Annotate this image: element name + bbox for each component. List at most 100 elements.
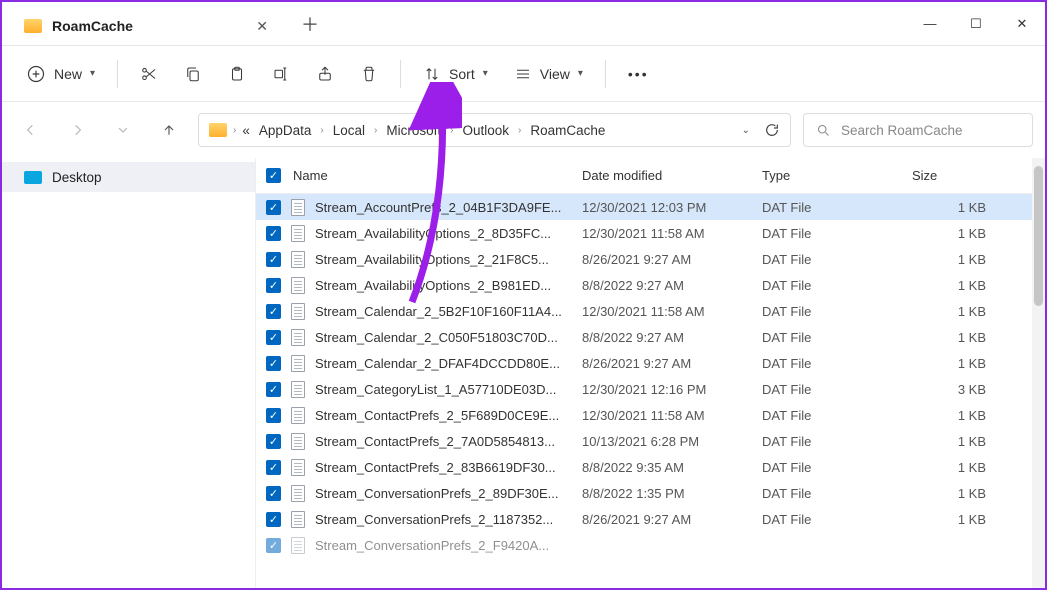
file-row[interactable]: ✓ Stream_Calendar_2_C050F51803C70D... 8/… <box>256 324 1045 350</box>
file-date: 10/13/2021 6:28 PM <box>582 434 762 449</box>
sidebar-item-desktop[interactable]: Desktop <box>2 162 255 192</box>
select-all-checkbox[interactable]: ✓ <box>266 168 281 183</box>
file-row[interactable]: ✓ Stream_CategoryList_1_A57710DE03D... 1… <box>256 376 1045 402</box>
separator <box>400 60 401 88</box>
breadcrumb[interactable]: Outlook <box>459 121 512 140</box>
file-row[interactable]: ✓ Stream_Calendar_2_5B2F10F160F11A4... 1… <box>256 298 1045 324</box>
file-row[interactable]: ✓ Stream_ContactPrefs_2_5F689D0CE9E... 1… <box>256 402 1045 428</box>
paste-button[interactable] <box>218 56 256 92</box>
row-checkbox[interactable]: ✓ <box>266 382 281 397</box>
scrollbar-thumb[interactable] <box>1034 166 1043 306</box>
file-row[interactable]: ✓ Stream_ConversationPrefs_2_F9420A... <box>256 532 1045 558</box>
file-row[interactable]: ✓ Stream_AvailabilityOptions_2_8D35FC...… <box>256 220 1045 246</box>
row-checkbox[interactable]: ✓ <box>266 200 281 215</box>
nav-back-button[interactable] <box>14 113 48 147</box>
address-dropdown-icon[interactable]: ⌄ <box>742 125 750 136</box>
file-row[interactable]: ✓ Stream_ConversationPrefs_2_1187352... … <box>256 506 1045 532</box>
file-size: 1 KB <box>912 304 986 319</box>
file-name: Stream_ConversationPrefs_2_F9420A... <box>315 538 549 553</box>
maximize-button[interactable]: ☐ <box>953 2 999 46</box>
row-checkbox[interactable]: ✓ <box>266 304 281 319</box>
row-checkbox[interactable]: ✓ <box>266 460 281 475</box>
file-date: 8/26/2021 9:27 AM <box>582 356 762 371</box>
cut-button[interactable] <box>130 56 168 92</box>
file-row[interactable]: ✓ Stream_AccountPrefs_2_04B1F3DA9FE... 1… <box>256 194 1045 220</box>
close-window-button[interactable]: ✕ <box>999 2 1045 46</box>
breadcrumb[interactable]: RoamCache <box>527 121 608 140</box>
minimize-button[interactable]: — <box>907 2 953 46</box>
more-button[interactable]: ••• <box>618 56 659 92</box>
file-icon <box>291 407 305 424</box>
nav-up-button[interactable] <box>152 113 186 147</box>
file-size: 1 KB <box>912 512 986 527</box>
chevron-right-icon: › <box>320 125 323 136</box>
new-button[interactable]: New ▾ <box>16 56 105 92</box>
scrollbar[interactable] <box>1032 158 1045 588</box>
row-checkbox[interactable]: ✓ <box>266 486 281 501</box>
column-name[interactable]: ✓ Name <box>256 168 582 183</box>
file-name: Stream_Calendar_2_C050F51803C70D... <box>315 330 558 345</box>
nav-forward-button[interactable] <box>60 113 94 147</box>
row-checkbox[interactable]: ✓ <box>266 356 281 371</box>
separator <box>117 60 118 88</box>
breadcrumb[interactable]: Local <box>330 121 368 140</box>
file-date: 12/30/2021 11:58 AM <box>582 408 762 423</box>
chevron-right-icon: › <box>233 125 236 136</box>
chevron-down-icon: ▾ <box>483 68 488 79</box>
row-checkbox[interactable]: ✓ <box>266 226 281 241</box>
search-box[interactable]: Search RoamCache <box>803 113 1033 147</box>
file-size: 1 KB <box>912 226 986 241</box>
row-checkbox[interactable]: ✓ <box>266 252 281 267</box>
nav-history-button[interactable] <box>106 113 140 147</box>
file-icon <box>291 355 305 372</box>
tab-title: RoamCache <box>52 18 242 34</box>
file-row[interactable]: ✓ Stream_AvailabilityOptions_2_21F8C5...… <box>256 246 1045 272</box>
file-date: 12/30/2021 12:16 PM <box>582 382 762 397</box>
file-name: Stream_AvailabilityOptions_2_21F8C5... <box>315 252 549 267</box>
file-icon <box>291 537 305 554</box>
file-date: 8/8/2022 9:27 AM <box>582 278 762 293</box>
file-name: Stream_Calendar_2_DFAF4DCCDD80E... <box>315 356 560 371</box>
scissors-icon <box>140 65 158 83</box>
row-checkbox[interactable]: ✓ <box>266 330 281 345</box>
file-size: 1 KB <box>912 330 986 345</box>
file-row[interactable]: ✓ Stream_ContactPrefs_2_7A0D5854813... 1… <box>256 428 1045 454</box>
column-size[interactable]: Size <box>912 168 992 183</box>
breadcrumb[interactable]: AppData <box>256 121 315 140</box>
breadcrumb[interactable]: Microsoft <box>383 121 444 140</box>
sidebar: Desktop <box>2 158 256 588</box>
row-checkbox[interactable]: ✓ <box>266 512 281 527</box>
sort-button[interactable]: Sort ▾ <box>413 56 498 92</box>
file-size: 1 KB <box>912 356 986 371</box>
file-icon <box>291 459 305 476</box>
file-row[interactable]: ✓ Stream_ContactPrefs_2_83B6619DF30... 8… <box>256 454 1045 480</box>
column-type[interactable]: Type <box>762 168 912 183</box>
column-date[interactable]: Date modified <box>582 168 762 183</box>
file-icon <box>291 303 305 320</box>
file-size: 1 KB <box>912 252 986 267</box>
folder-icon <box>209 123 227 137</box>
file-size: 1 KB <box>912 434 986 449</box>
view-button[interactable]: View ▾ <box>504 56 593 92</box>
refresh-icon[interactable] <box>764 122 780 138</box>
new-tab-button[interactable]: ＋ <box>292 6 328 42</box>
file-date: 8/26/2021 9:27 AM <box>582 252 762 267</box>
file-row[interactable]: ✓ Stream_AvailabilityOptions_2_B981ED...… <box>256 272 1045 298</box>
row-checkbox[interactable]: ✓ <box>266 278 281 293</box>
row-checkbox[interactable]: ✓ <box>266 408 281 423</box>
rename-button[interactable] <box>262 56 300 92</box>
new-label: New <box>54 66 82 82</box>
row-checkbox[interactable]: ✓ <box>266 538 281 553</box>
file-row[interactable]: ✓ Stream_ConversationPrefs_2_89DF30E... … <box>256 480 1045 506</box>
file-name: Stream_ConversationPrefs_2_1187352... <box>315 512 553 527</box>
active-tab[interactable]: RoamCache ✕ <box>8 7 288 45</box>
address-bar[interactable]: › « AppData › Local › Microsoft › Outloo… <box>198 113 791 147</box>
row-checkbox[interactable]: ✓ <box>266 434 281 449</box>
close-tab-icon[interactable]: ✕ <box>252 14 272 39</box>
breadcrumb-ellipsis[interactable]: « <box>242 123 250 138</box>
file-row[interactable]: ✓ Stream_Calendar_2_DFAF4DCCDD80E... 8/2… <box>256 350 1045 376</box>
delete-button[interactable] <box>350 56 388 92</box>
copy-button[interactable] <box>174 56 212 92</box>
file-name: Stream_ContactPrefs_2_7A0D5854813... <box>315 434 555 449</box>
share-button[interactable] <box>306 56 344 92</box>
